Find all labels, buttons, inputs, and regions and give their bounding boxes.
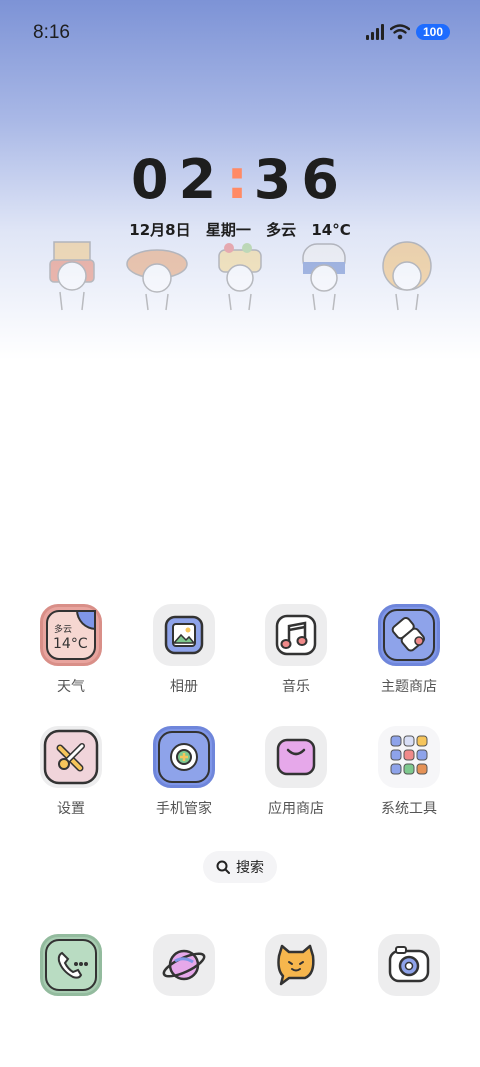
system-tools-folder-icon: [378, 726, 440, 788]
app-label: 设置: [57, 801, 85, 817]
app-phone-manager[interactable]: 手机管家: [134, 726, 234, 818]
app-label: 音乐: [282, 679, 310, 695]
theme-store-icon: [378, 604, 440, 666]
messages-cat-icon: [265, 934, 327, 996]
app-label: 应用商店: [268, 801, 324, 817]
settings-icon: [40, 726, 102, 788]
browser-planet-icon: [153, 934, 215, 996]
music-icon: [265, 604, 327, 666]
dock-app-browser[interactable]: [134, 934, 234, 996]
status-time: 8:16: [33, 22, 70, 43]
clock-minutes: 36: [253, 148, 349, 211]
search-icon: [216, 860, 230, 874]
app-label: 主题商店: [381, 679, 437, 695]
search-button[interactable]: 搜索: [203, 851, 277, 883]
cellular-signal-icon: [365, 24, 384, 40]
taiyaki-character-icon: [125, 249, 188, 311]
gallery-icon: [153, 604, 215, 666]
clock: 02:36: [0, 148, 480, 211]
app-label: 系统工具: [381, 801, 437, 817]
wifi-icon: [389, 24, 410, 40]
weather-widget-temp: 14°C: [53, 636, 88, 652]
phone-icon: [40, 934, 102, 996]
cake-character-icon: [218, 243, 262, 311]
app-gallery[interactable]: 相册: [134, 604, 234, 696]
app-label: 天气: [57, 679, 85, 695]
weather-widget-condition: 多云: [54, 625, 73, 635]
dock-app-messages[interactable]: [246, 934, 346, 996]
battery-indicator: 100: [415, 24, 450, 40]
dock-app-phone[interactable]: [21, 934, 121, 996]
app-store-icon: [265, 726, 327, 788]
clock-hours: 02: [131, 148, 227, 211]
camera-icon: [378, 934, 440, 996]
app-label: 手机管家: [156, 801, 212, 817]
app-label: 相册: [170, 679, 198, 695]
status-icons: 100: [365, 24, 450, 40]
onigiri-character-icon: [301, 243, 346, 311]
app-settings[interactable]: 设置: [21, 726, 121, 818]
app-system-tools-folder[interactable]: 系统工具: [359, 726, 459, 818]
shrimp-character-icon: [382, 241, 432, 311]
phone-manager-icon: [153, 726, 215, 788]
search-label: 搜索: [236, 860, 264, 876]
status-bar: 8:16 100: [0, 0, 480, 68]
app-theme-store[interactable]: 主题商店: [359, 604, 459, 696]
app-weather[interactable]: 多云 14°C 天气: [21, 604, 121, 696]
clock-colon: :: [226, 148, 254, 211]
fries-character-icon: [49, 241, 95, 311]
app-app-store[interactable]: 应用商店: [246, 726, 346, 818]
wallpaper-stickers: [40, 236, 440, 316]
weather-icon: 多云 14°C: [40, 604, 102, 666]
dock-app-camera[interactable]: [359, 934, 459, 996]
app-music[interactable]: 音乐: [246, 604, 346, 696]
